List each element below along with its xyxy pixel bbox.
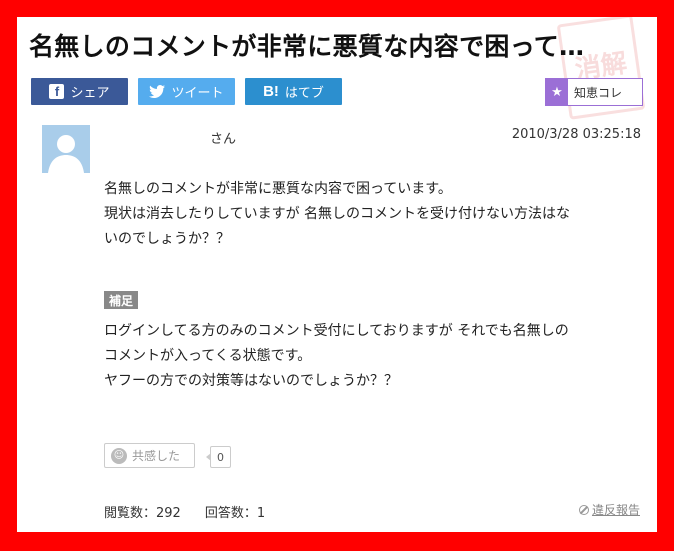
facebook-icon: f <box>49 84 65 99</box>
avatar <box>42 125 90 173</box>
question-body-line: 現状は消去したりしていますが 名無しのコメントを受け付けない方法はな <box>104 206 571 222</box>
smile-icon: ☺ <box>111 447 127 464</box>
twitter-share-label: ツイート <box>171 86 224 101</box>
hatena-bookmark-label: はてブ <box>284 86 324 101</box>
chiekore-label: 知恵コレ <box>574 85 623 100</box>
twitter-bird-icon <box>149 85 166 98</box>
supplement-badge: 補足 <box>104 291 139 309</box>
chiekore-button[interactable]: ★ 知恵コレ <box>545 78 643 106</box>
twitter-share-button[interactable]: ツイート <box>138 78 235 105</box>
supplement-body: ログインしてる方のみのコメント受付にしておりますが それでも名無しの コメントが… <box>104 319 634 394</box>
view-count: 閲覧数：292 <box>104 506 181 521</box>
question-body: 名無しのコメントが非常に悪質な内容で困っています。 現状は消去したりしていますが… <box>104 177 634 252</box>
questioner-name[interactable]: さん <box>210 128 236 147</box>
supplement-line: ヤフーの方での対策等はないのでしょうか？？ <box>104 373 398 389</box>
report-link[interactable]: 違反報告 <box>578 501 640 518</box>
post-timestamp: 2010/3/28 03:25:18 <box>511 127 641 142</box>
red-frame: 消解 名無しのコメントが非常に悪質な内容で困って… f シェア ツイート B! … <box>0 0 674 551</box>
report-label: 違反報告 <box>591 503 640 517</box>
question-card: 消解 名無しのコメントが非常に悪質な内容で困って… f シェア ツイート B! … <box>17 17 657 532</box>
empathy-button[interactable]: ☺ 共感した <box>104 443 195 468</box>
question-stats: 閲覧数：292 回答数：1 <box>104 502 265 521</box>
hatena-bookmark-icon: B! <box>263 83 279 100</box>
question-title: 名無しのコメントが非常に悪質な内容で困って… <box>29 32 585 61</box>
hatena-bookmark-button[interactable]: B! はてブ <box>245 78 342 105</box>
share-bar: f シェア ツイート B! はてブ ★ 知恵コレ <box>31 78 643 106</box>
empathy-count: 0 <box>206 446 231 468</box>
question-body-line: 名無しのコメントが非常に悪質な内容で困っています。 <box>104 181 452 197</box>
empathy-label: 共感した <box>132 449 181 463</box>
question-body-line: いのでしょうか？？ <box>104 231 230 247</box>
facebook-share-button[interactable]: f シェア <box>31 78 128 105</box>
supplement-line: ログインしてる方のみのコメント受付にしておりますが それでも名無しの <box>104 323 569 339</box>
prohibited-icon <box>578 504 589 515</box>
star-icon: ★ <box>546 79 568 105</box>
answer-count: 回答数：1 <box>204 506 266 521</box>
facebook-share-label: シェア <box>70 86 110 101</box>
supplement-line: コメントが入ってくる状態です。 <box>104 348 312 364</box>
